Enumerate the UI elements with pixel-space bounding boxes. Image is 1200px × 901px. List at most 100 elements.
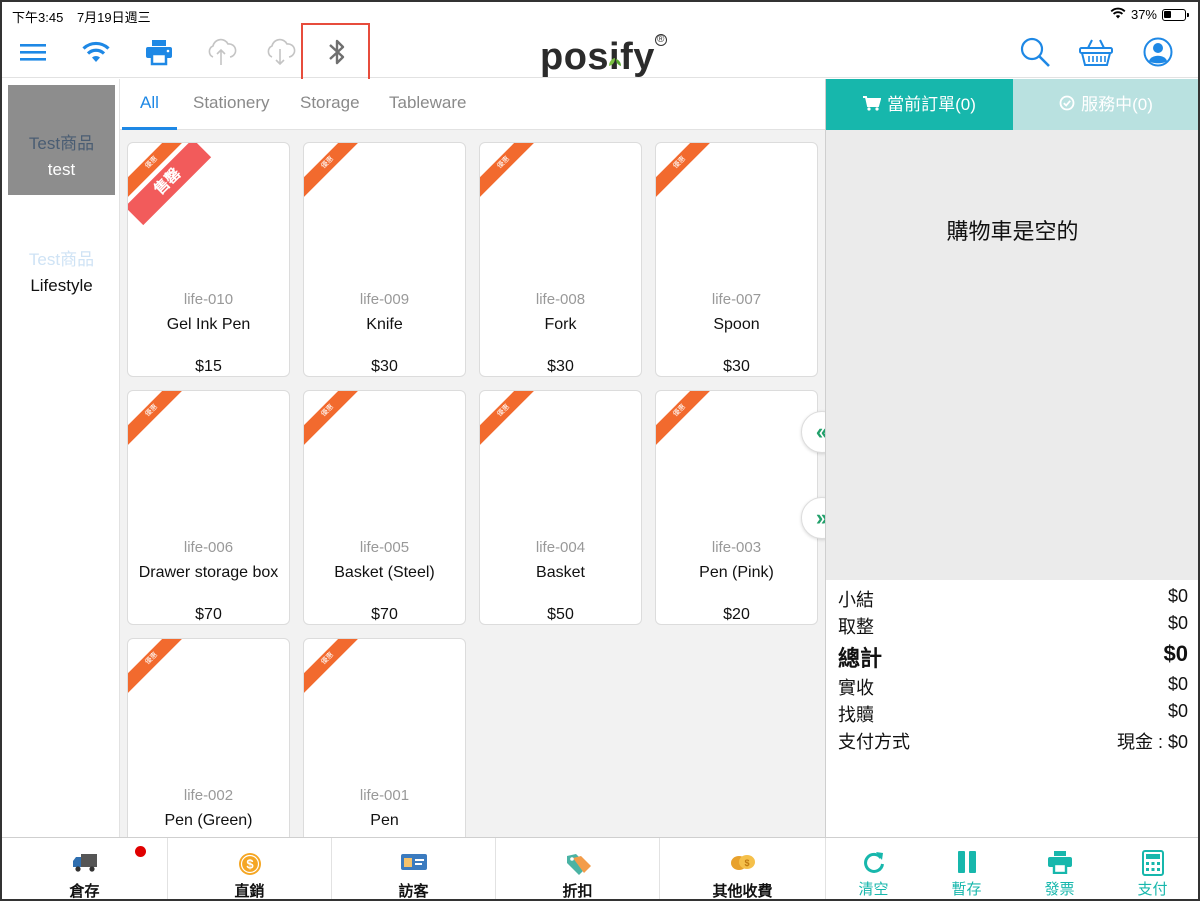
product-price: $70 <box>371 606 398 623</box>
clear-button[interactable]: 清空 <box>827 838 920 899</box>
printer-icon[interactable] <box>137 26 181 78</box>
discount-button[interactable]: 折扣 <box>496 838 660 900</box>
basket-icon[interactable] <box>1074 26 1118 78</box>
category-sublabel: test <box>47 160 76 179</box>
discount-label: 折扣 <box>562 883 593 900</box>
battery-percent: 37% <box>1130 7 1157 22</box>
pause-icon <box>956 850 978 879</box>
svg-text:$: $ <box>246 857 254 872</box>
total-label: 總計 <box>838 646 883 671</box>
hold-button[interactable]: 暫存 <box>920 838 1013 899</box>
pay-button[interactable]: 支付 <box>1106 838 1198 899</box>
product-name: Basket <box>536 564 585 581</box>
product-sku: life-001 <box>359 787 410 804</box>
other-charges-label: 其他收費 <box>712 883 773 900</box>
product-card[interactable]: 優惠 life-003 Pen (Pink) $20 <box>655 390 818 625</box>
hold-label: 暫存 <box>951 881 982 898</box>
product-price: $50 <box>547 606 574 623</box>
inventory-button[interactable]: 倉存 <box>2 838 168 900</box>
tab-all[interactable]: All <box>122 79 177 130</box>
tab-storage[interactable]: Storage <box>282 79 378 130</box>
payment-method-label: 支付方式 <box>838 732 910 752</box>
change-label: 找贖 <box>838 705 874 725</box>
tab-in-service-label: 服務中(0) <box>1081 95 1153 114</box>
product-card[interactable]: 優惠 life-002 Pen (Green) <box>127 638 290 837</box>
product-card[interactable]: 優惠 售罄 life-010 Gel Ink Pen $15 <box>127 142 290 377</box>
other-charges-button[interactable]: $ 其他收費 <box>660 838 826 900</box>
app-window: 下午3:45 7月19日週三 37% posify ® Test商品 test … <box>0 0 1200 901</box>
promo-ribbon: 優惠 <box>656 143 719 202</box>
promo-ribbon: 優惠 <box>304 639 367 698</box>
product-name: Fork <box>544 316 577 333</box>
product-card[interactable]: 優惠 life-004 Basket $50 <box>479 390 642 625</box>
category-label: Test商品 <box>28 250 95 269</box>
cloud-upload-icon[interactable] <box>199 26 243 78</box>
menu-icon[interactable] <box>11 26 55 78</box>
search-icon[interactable] <box>1013 26 1057 78</box>
product-card[interactable]: 優惠 life-008 Fork $30 <box>479 142 642 377</box>
category-test[interactable]: Test商品 test <box>8 85 115 195</box>
product-name: Gel Ink Pen <box>166 316 251 333</box>
cloud-download-icon[interactable] <box>258 26 302 78</box>
product-card[interactable]: 優惠 life-009 Knife $30 <box>303 142 466 377</box>
product-sku: life-008 <box>535 291 586 308</box>
status-bar: 下午3:45 7月19日週三 37% <box>2 2 1198 26</box>
tab-tableware[interactable]: Tableware <box>371 79 485 130</box>
inventory-label: 倉存 <box>69 883 100 900</box>
price-tag-icon <box>564 852 592 881</box>
subtotal-value: $0 <box>1167 586 1188 606</box>
visitor-button[interactable]: 訪客 <box>332 838 496 899</box>
product-card[interactable]: 優惠 life-005 Basket (Steel) $70 <box>303 390 466 625</box>
notification-dot <box>135 846 146 857</box>
bottom-action-bar: 倉存 $ 直銷 訪客 折扣 $ 其他收費 清空 暫存 發票 支付 <box>2 837 1198 900</box>
product-name: Knife <box>366 316 403 333</box>
tab-in-service[interactable]: 服務中(0) <box>1013 79 1198 131</box>
received-value: $0 <box>1167 674 1188 694</box>
registered-icon: ® <box>654 34 667 46</box>
product-name: Spoon <box>713 316 760 333</box>
tab-stationery[interactable]: Stationery <box>175 79 288 130</box>
product-name: Pen <box>370 812 399 829</box>
truck-icon <box>71 852 99 879</box>
cart-icon <box>863 80 882 131</box>
product-price: $30 <box>371 358 398 375</box>
leaf-icon <box>608 34 622 77</box>
product-sku: life-006 <box>183 539 234 556</box>
invoice-label: 發票 <box>1044 881 1075 898</box>
product-card[interactable]: 優惠 life-006 Drawer storage box $70 <box>127 390 290 625</box>
rounding-value: $0 <box>1167 613 1188 633</box>
promo-ribbon: 優惠 <box>480 143 543 202</box>
product-price: $30 <box>547 358 574 375</box>
product-sku: life-002 <box>183 787 234 804</box>
category-sublabel: Lifestyle <box>30 276 93 295</box>
product-sku: life-009 <box>359 291 410 308</box>
product-sku: life-007 <box>711 291 762 308</box>
clear-label: 清空 <box>858 881 889 898</box>
top-toolbar: posify ® <box>2 23 1198 82</box>
wifi-icon[interactable] <box>74 26 118 78</box>
direct-sale-label: 直銷 <box>234 883 265 900</box>
category-lifestyle[interactable]: Test商品 Lifestyle <box>8 201 115 311</box>
product-sku: life-004 <box>535 539 586 556</box>
coin-dollar-icon: $ <box>238 852 262 881</box>
product-card[interactable]: 優惠 life-007 Spoon $30 <box>655 142 818 377</box>
product-price: $15 <box>195 358 222 375</box>
tab-current-order[interactable]: 當前訂單(0) <box>826 79 1013 130</box>
category-label: Test商品 <box>28 134 95 153</box>
direct-sale-button[interactable]: $ 直銷 <box>168 838 332 900</box>
check-circle-icon <box>1059 80 1075 131</box>
logo-text: posify <box>540 36 655 78</box>
product-card[interactable]: 優惠 life-001 Pen <box>303 638 466 837</box>
calculator-icon <box>1141 850 1164 881</box>
status-wifi-icon <box>1110 7 1126 22</box>
promo-ribbon: 優惠 <box>304 143 367 202</box>
received-label: 實收 <box>838 678 874 698</box>
invoice-button[interactable]: 發票 <box>1013 838 1106 899</box>
order-tabs: 當前訂單(0) 服務中(0) <box>826 79 1198 131</box>
bluetooth-icon[interactable] <box>315 26 359 78</box>
cart-empty-message: 購物車是空的 <box>946 219 1079 244</box>
user-icon[interactable] <box>1136 26 1180 78</box>
pay-label: 支付 <box>1137 881 1168 898</box>
total-value: $0 <box>1163 641 1188 666</box>
product-name: Basket (Steel) <box>334 564 435 581</box>
